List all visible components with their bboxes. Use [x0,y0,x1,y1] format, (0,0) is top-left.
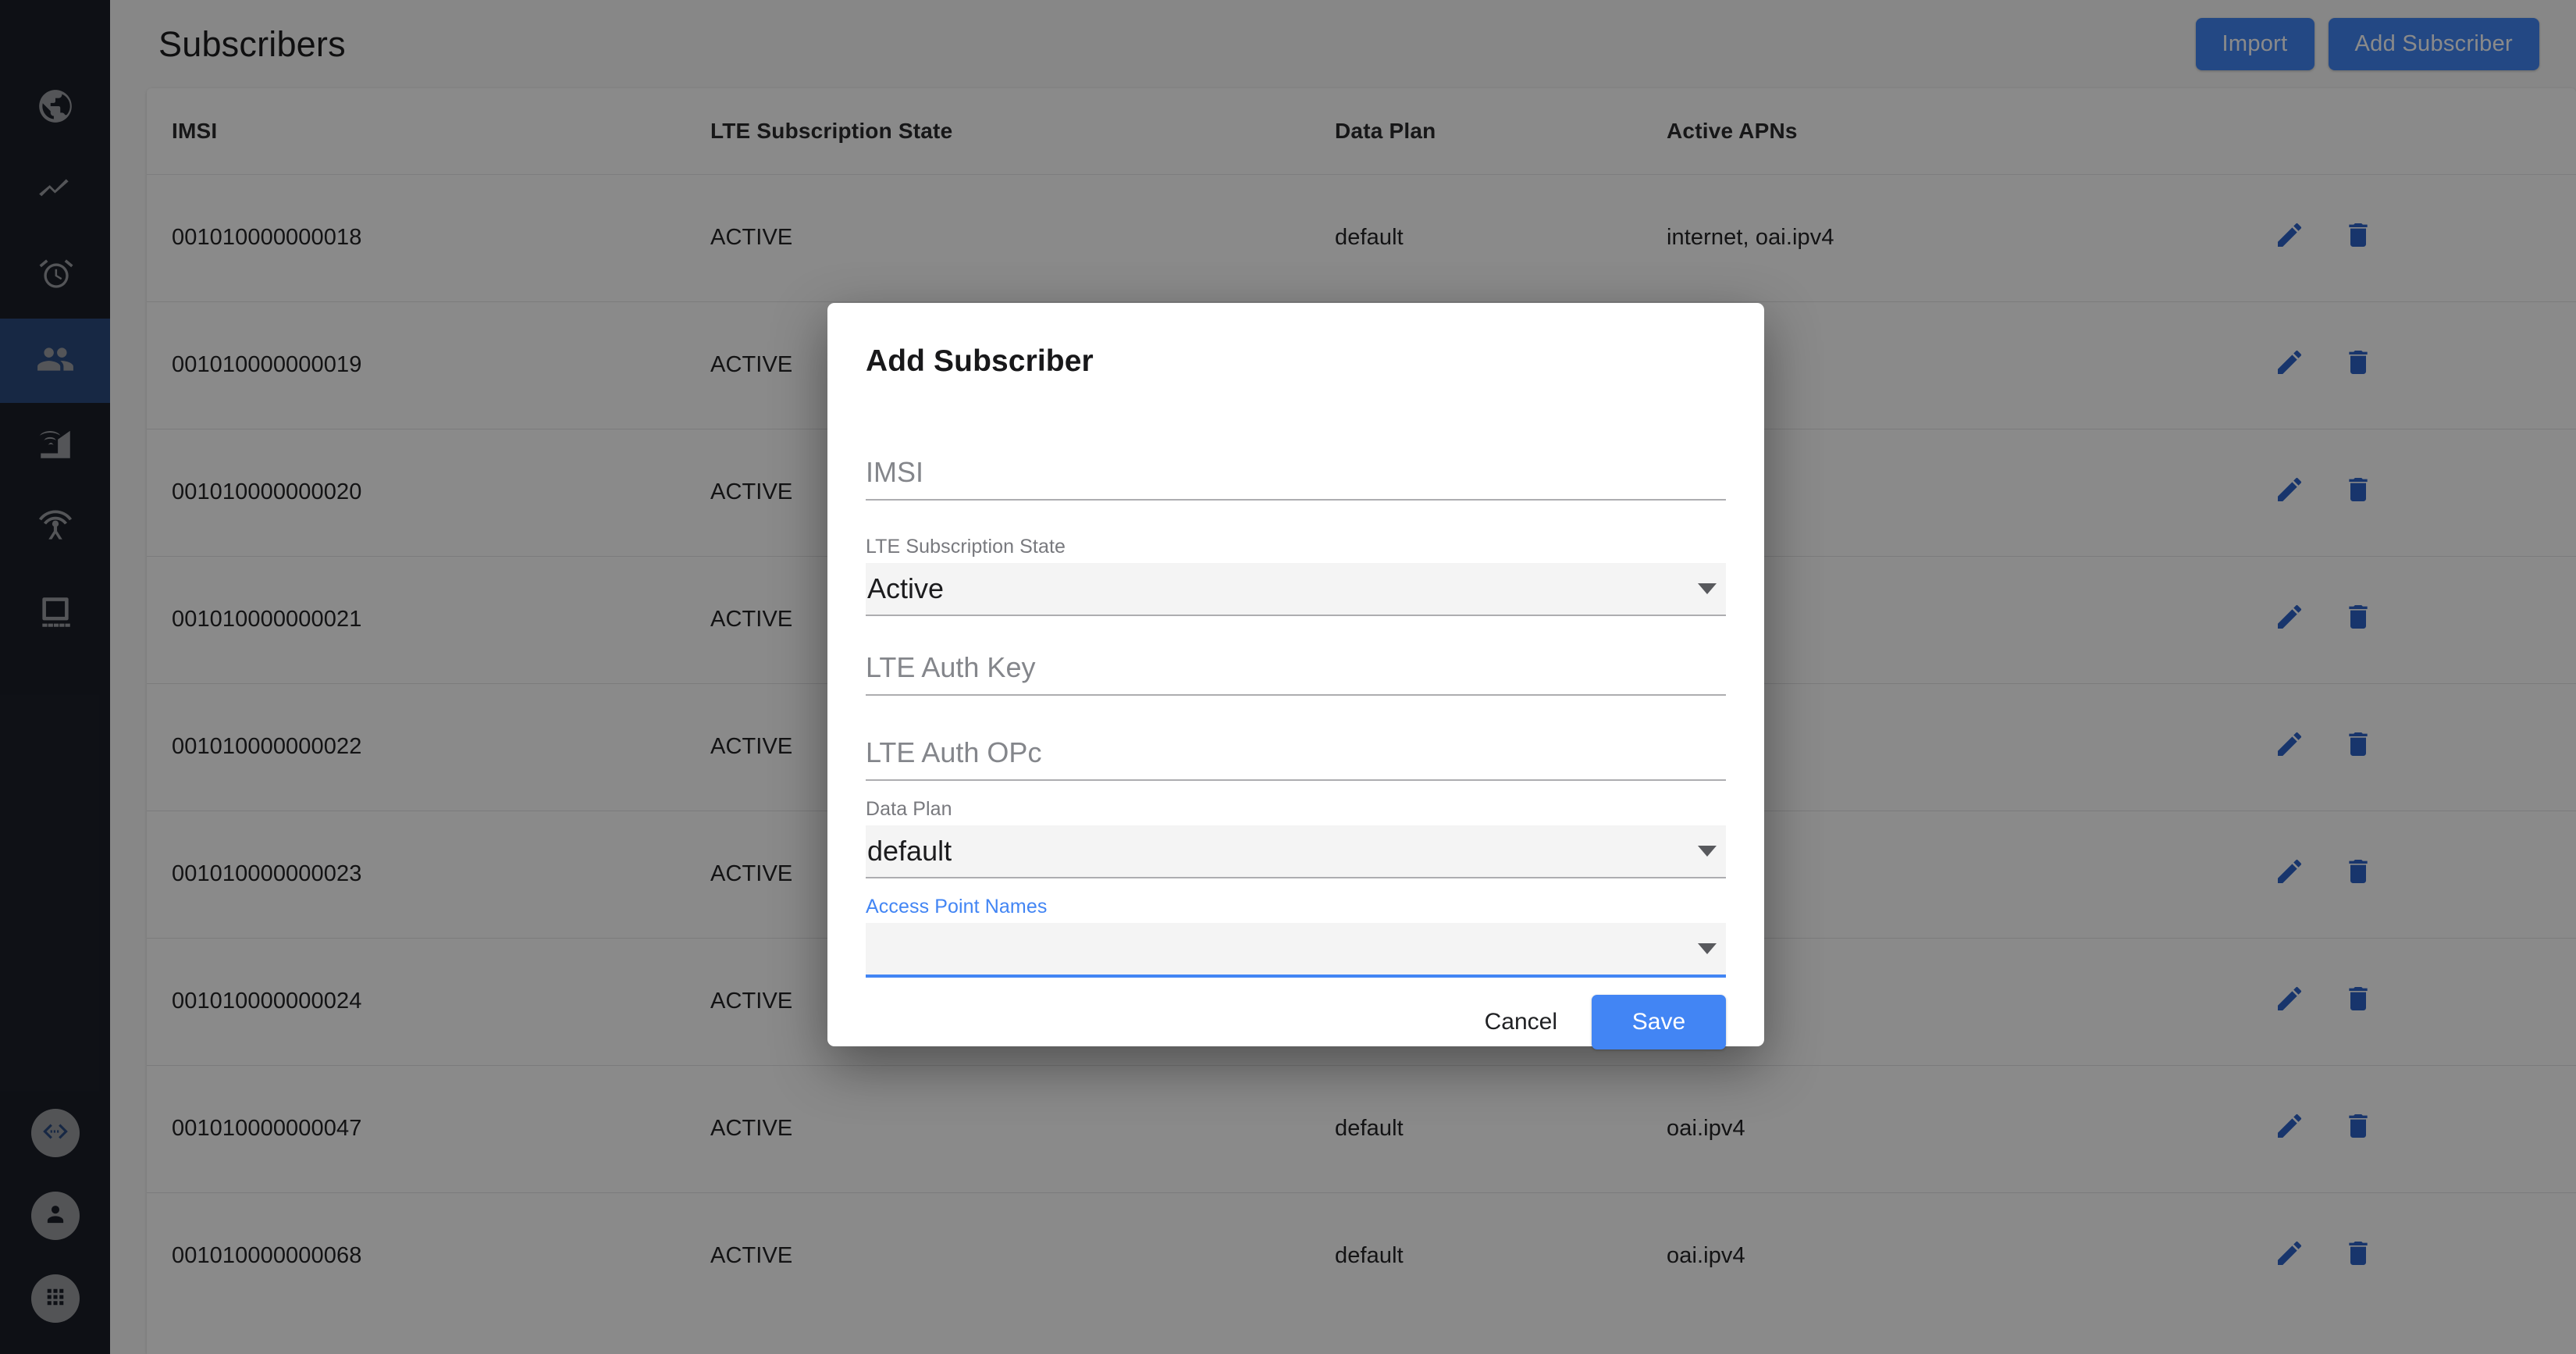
cancel-button[interactable]: Cancel [1460,998,1582,1046]
data-plan-underline [866,877,1726,878]
access-point-names-label: Access Point Names [866,896,1048,918]
lte-auth-key-input[interactable] [866,646,1726,694]
chevron-down-icon [1698,943,1717,954]
add-subscriber-form: LTE Subscription State Active Data Plan [866,451,1726,995]
lte-auth-opc-field [866,731,1726,781]
lte-subscription-state-label: LTE Subscription State [866,536,1066,558]
application-root: Subscribers Import Add Subscriber IMSI L… [0,0,2576,1354]
data-plan-select[interactable]: default [866,825,1726,877]
imsi-input[interactable] [866,451,1726,499]
lte-auth-opc-underline [866,779,1726,781]
data-plan-value: default [867,835,952,867]
lte-auth-key-field [866,646,1726,696]
lte-auth-opc-input[interactable] [866,731,1726,779]
chevron-down-icon [1698,583,1717,594]
lte-subscription-state-select[interactable]: Active [866,563,1726,615]
lte-subscription-state-underline [866,615,1726,616]
access-point-names-select[interactable] [866,923,1726,975]
imsi-underline [866,499,1726,501]
data-plan-label: Data Plan [866,798,952,820]
dialog-actions: Cancel Save [866,995,1726,1049]
lte-subscription-state-field: LTE Subscription State Active [866,536,1726,616]
add-subscriber-dialog: Add Subscriber LTE Subscription State Ac… [827,303,1764,1049]
imsi-field [866,451,1726,501]
save-button[interactable]: Save [1592,995,1726,1049]
access-point-names-field: Access Point Names [866,896,1726,978]
lte-subscription-state-value: Active [867,572,945,604]
lte-auth-key-underline [866,694,1726,696]
data-plan-field: Data Plan default [866,798,1726,878]
access-point-names-underline [866,975,1726,978]
dialog-title: Add Subscriber [866,344,1094,378]
chevron-down-icon [1698,846,1717,857]
